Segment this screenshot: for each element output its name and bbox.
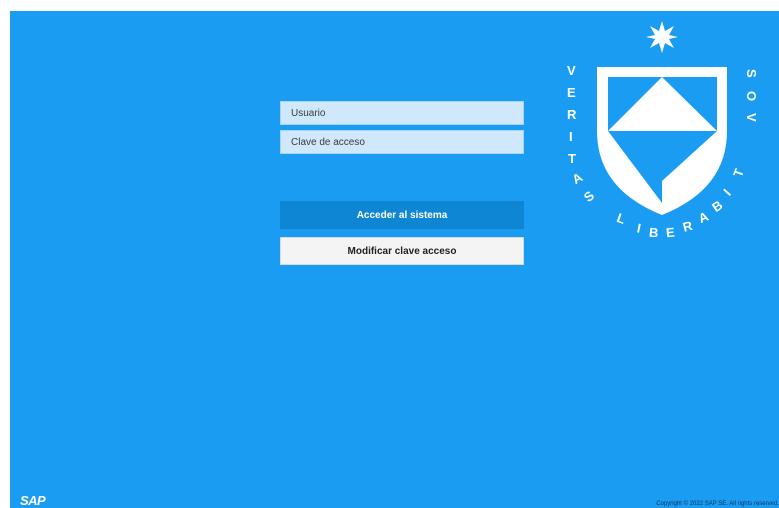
motto-letter: I xyxy=(720,186,734,199)
motto-letter: R xyxy=(681,218,694,235)
change-password-button[interactable]: Modificar clave acceso xyxy=(280,237,524,265)
motto-letter: L xyxy=(615,210,628,227)
login-button[interactable]: Acceder al sistema xyxy=(280,201,524,229)
motto-letter: S xyxy=(744,69,759,78)
password-field[interactable] xyxy=(280,130,524,154)
motto-letter: V xyxy=(567,63,576,78)
login-screen: Acceder al sistema Modificar clave acces… xyxy=(10,11,779,508)
username-field[interactable] xyxy=(280,101,524,125)
sap-logo: SAP xyxy=(20,493,46,508)
motto-letter: E xyxy=(567,85,576,100)
copyright-text: Copyright © 2022 SAP SE. All rights rese… xyxy=(656,501,779,507)
motto-letter: A xyxy=(696,208,711,226)
motto-letter: E xyxy=(665,225,676,241)
motto-letter: I xyxy=(636,220,643,235)
star-icon xyxy=(646,21,678,53)
motto-letter: I xyxy=(569,129,573,144)
motto-letter: T xyxy=(568,151,576,166)
motto-letter: R xyxy=(567,107,577,122)
motto-letter: O xyxy=(744,91,759,101)
motto-letter: A xyxy=(570,169,586,187)
motto-letter: B xyxy=(709,197,725,215)
motto-letter: T xyxy=(730,167,747,180)
university-crest-logo: V E R I T A S L I B E R A B I T V O S xyxy=(567,21,759,241)
motto-letter: V xyxy=(744,113,759,122)
motto-letter: B xyxy=(648,225,659,241)
motto-letter: S xyxy=(581,188,598,205)
